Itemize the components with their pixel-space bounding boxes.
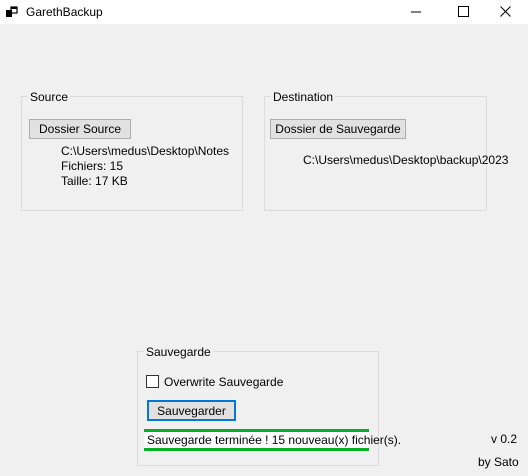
destination-path: C:\Users\medus\Desktop\backup\2023 xyxy=(303,153,509,167)
source-folder-button[interactable]: Dossier Source xyxy=(29,119,131,139)
backup-legend: Sauvegarde xyxy=(144,345,213,359)
overwrite-label[interactable]: Overwrite Sauvegarde xyxy=(164,375,283,389)
destination-legend: Destination xyxy=(271,90,336,104)
save-button[interactable]: Sauvegarder xyxy=(147,400,236,421)
title-bar: GarethBackup xyxy=(0,0,528,24)
minimize-button[interactable] xyxy=(393,0,439,24)
app-window: GarethBackup Source Dossier Source C:\Us… xyxy=(0,0,528,476)
source-size: Taille: 17 KB xyxy=(61,174,128,188)
destination-folder-button[interactable]: Dossier de Sauvegarde xyxy=(270,119,406,139)
source-legend: Source xyxy=(28,90,71,104)
maximize-icon xyxy=(458,6,469,17)
author-label: by Sato xyxy=(478,455,519,469)
source-file-count: Fichiers: 15 xyxy=(61,159,124,173)
app-icon xyxy=(6,6,18,18)
close-button[interactable] xyxy=(482,0,528,24)
window-title: GarethBackup xyxy=(26,5,103,19)
status-progress: Sauvegarde terminée ! 15 nouveau(x) fich… xyxy=(144,429,401,451)
overwrite-checkbox[interactable] xyxy=(146,375,159,388)
version-label: v 0.2 xyxy=(491,432,518,446)
maximize-button[interactable] xyxy=(440,0,486,24)
status-text: Sauvegarde terminée ! 15 nouveau(x) fich… xyxy=(147,433,402,447)
source-path: C:\Users\medus\Desktop\Notes xyxy=(61,144,230,158)
minimize-icon xyxy=(411,11,421,13)
close-icon xyxy=(500,6,511,17)
